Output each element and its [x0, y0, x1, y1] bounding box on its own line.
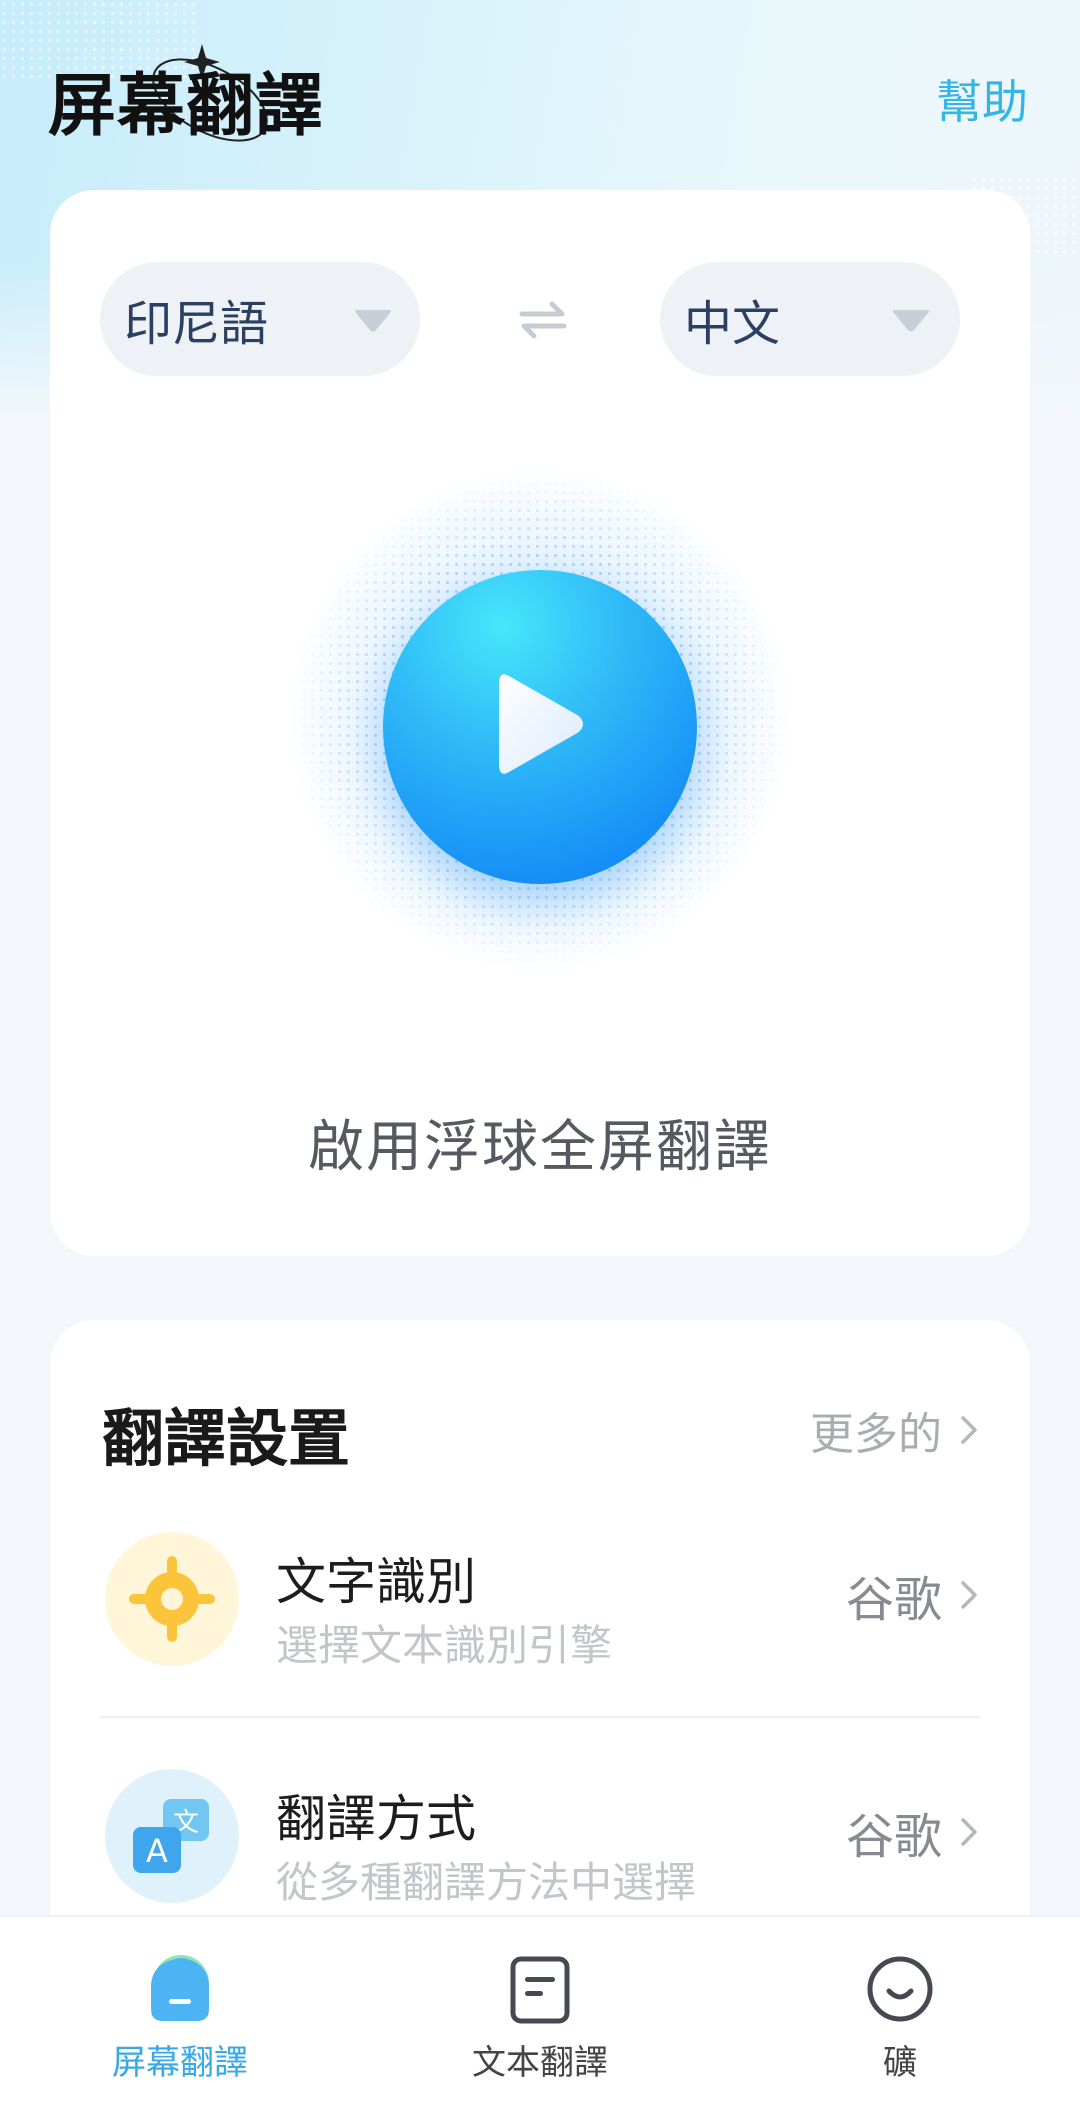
divider [100, 1716, 980, 1718]
nav-tab-mine[interactable]: 礦 [770, 1917, 1030, 2105]
chevron-right-icon [961, 1818, 977, 1846]
smile-icon [867, 1956, 933, 2022]
setting-value: 谷歌 [846, 1797, 978, 1867]
play-button[interactable] [383, 570, 697, 884]
nav-label: 文本翻譯 [472, 2043, 608, 2083]
source-language-selector[interactable]: 印尼語 [100, 262, 420, 376]
more-label: 更多的 [810, 1409, 942, 1460]
setting-value: 谷歌 [846, 1560, 978, 1630]
crosshair-icon [129, 1556, 215, 1642]
settings-title: 翻譯設置 [102, 1402, 351, 1475]
document-icon [510, 1956, 570, 2024]
more-settings-link[interactable]: 更多的 [810, 1398, 978, 1462]
translate-icon: 文 A [133, 1799, 209, 1873]
floating-ball-launcher [290, 470, 790, 970]
enable-floating-ball-label[interactable]: 啟用浮球全屏翻譯 [50, 1102, 1030, 1183]
translate-card: 印尼語 中文 啟用浮球全屏翻譯 [50, 190, 1030, 1256]
swap-languages-icon[interactable] [518, 298, 568, 342]
source-language-label: 印尼語 [124, 296, 269, 352]
nav-tab-screen-translate[interactable]: 屏幕翻譯 [50, 1917, 310, 2105]
nav-label: 屏幕翻譯 [112, 2043, 248, 2083]
target-language-selector[interactable]: 中文 [660, 262, 960, 376]
screen-translate-icon [151, 1955, 209, 2021]
chevron-right-icon [961, 1416, 977, 1444]
setting-subtitle: 從多種翻譯方法中選擇 [276, 1858, 697, 1907]
chevron-right-icon [961, 1581, 977, 1609]
translation-method-value: 谷歌 [845, 1809, 942, 1865]
play-icon [499, 674, 583, 774]
help-link[interactable]: 幫助 [936, 66, 1028, 132]
setting-title: 文字識別 [276, 1553, 476, 1611]
ocr-icon-container [105, 1532, 239, 1666]
setting-row-ocr[interactable]: 文字識別 選擇文本識別引擎 谷歌 [50, 1520, 1030, 1700]
nav-tab-text-translate[interactable]: 文本翻譯 [410, 1917, 670, 2105]
setting-title: 翻譯方式 [276, 1790, 476, 1848]
svg-text:A: A [146, 1832, 168, 1870]
dropdown-caret-icon [893, 310, 929, 332]
target-language-label: 中文 [684, 296, 781, 352]
bottom-navigation: 屏幕翻譯 文本翻譯 礦 [0, 1915, 1080, 2105]
translate-icon-container: 文 A [105, 1769, 239, 1903]
setting-subtitle: 選擇文本識別引擎 [276, 1621, 613, 1670]
dropdown-caret-icon [355, 310, 391, 332]
screen-translator-page: 屏幕翻譯 幫助 印尼語 中文 啟用浮球全屏翻譯 翻譯設置 更多的 文字識別 選擇… [0, 0, 1080, 2105]
app-title: 屏幕翻譯 [48, 67, 325, 146]
ocr-engine-value: 谷歌 [845, 1572, 942, 1628]
nav-label: 礦 [883, 2043, 917, 2083]
setting-row-translation-method[interactable]: 文 A 翻譯方式 從多種翻譯方法中選擇 谷歌 [50, 1757, 1030, 1937]
